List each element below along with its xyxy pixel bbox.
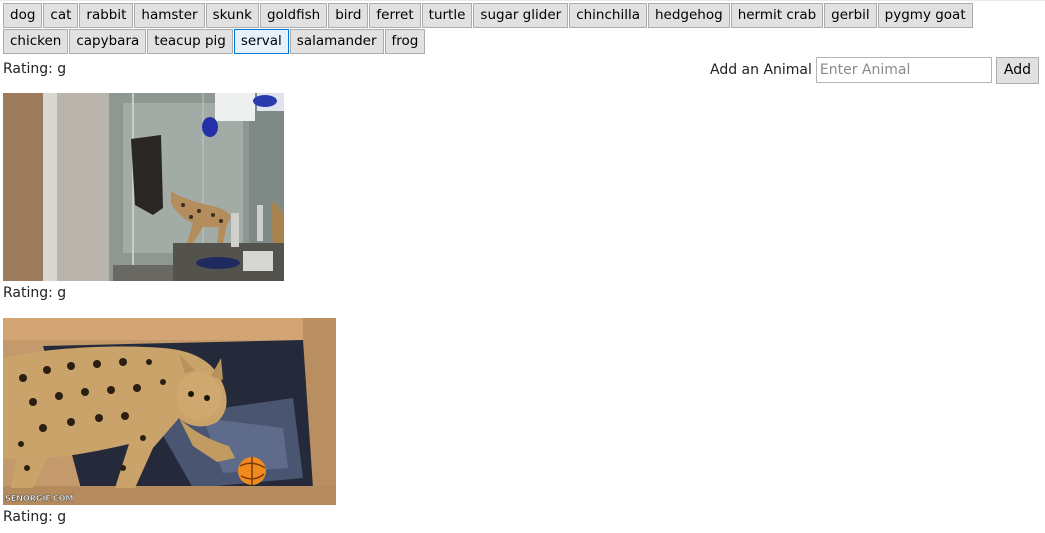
animal-button-hamster[interactable]: hamster (134, 3, 205, 28)
gif-image[interactable]: SENORGIF.COM (3, 318, 336, 505)
animal-button-ferret[interactable]: ferret (369, 3, 421, 28)
serval-ball-image: SENORGIF.COM (3, 318, 336, 505)
animal-button-turtle[interactable]: turtle (421, 3, 473, 28)
animal-button-chicken[interactable]: chicken (3, 29, 69, 54)
animal-button-sugar-glider[interactable]: sugar glider (473, 3, 569, 28)
animal-button-rabbit[interactable]: rabbit (79, 3, 134, 28)
gif-rating: Rating: g (3, 61, 67, 77)
gif-rating: Rating: g (3, 285, 67, 301)
animal-button-salamander[interactable]: salamander (289, 29, 384, 54)
add-animal-form: Add an Animal Add (710, 56, 1039, 84)
animal-button-goldfish[interactable]: goldfish (259, 3, 328, 28)
animal-button-hermit-crab[interactable]: hermit crab (730, 3, 824, 28)
animal-button-teacup-pig[interactable]: teacup pig (147, 29, 233, 54)
add-animal-button[interactable]: Add (995, 56, 1039, 84)
gif-image[interactable] (3, 93, 284, 281)
top-divider (0, 0, 1045, 1)
watermark-text: SENORGIF.COM (5, 494, 73, 503)
animal-button-frog[interactable]: frog (384, 29, 426, 54)
add-animal-label: Add an Animal (709, 62, 812, 78)
animal-button-bar: dog cat rabbit hamster skunk goldfish bird ferr… (3, 3, 1033, 54)
animal-button-capybara[interactable]: capybara (69, 29, 147, 54)
gif-rating: Rating: g (3, 509, 67, 525)
animal-button-chinchilla[interactable]: chinchilla (569, 3, 647, 28)
animal-input[interactable] (815, 57, 992, 83)
animal-button-skunk[interactable]: skunk (205, 3, 259, 28)
animal-button-bird[interactable]: bird (328, 3, 369, 28)
animal-button-dog[interactable]: dog (3, 3, 43, 28)
animal-button-pygmy-goat[interactable]: pygmy goat (877, 3, 973, 28)
animal-button-cat[interactable]: cat (43, 3, 79, 28)
animal-button-serval[interactable]: serval (233, 29, 289, 54)
animal-button-hedgehog[interactable]: hedgehog (647, 3, 730, 28)
serval-bathroom-image (3, 93, 284, 281)
animal-button-gerbil[interactable]: gerbil (824, 3, 877, 28)
